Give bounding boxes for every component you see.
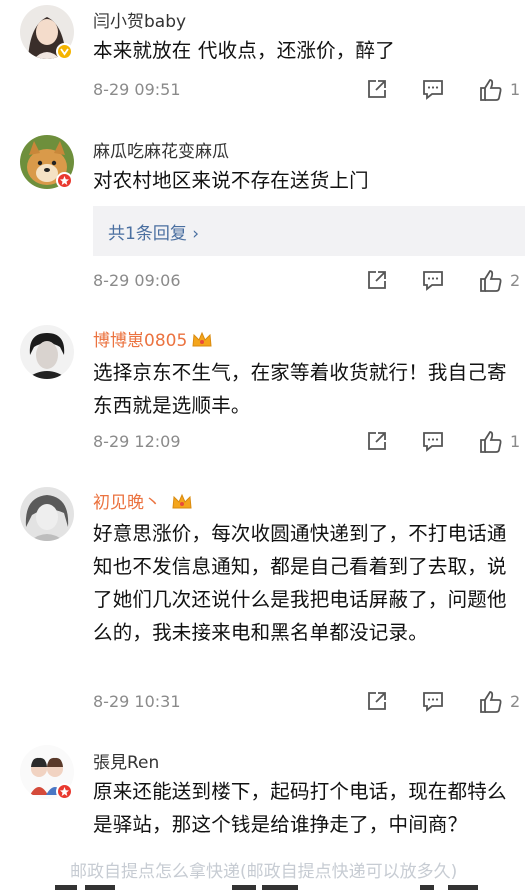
comment-icon[interactable] <box>421 689 445 713</box>
comment-time: 8-29 09:51 <box>93 80 181 99</box>
comment-time: 8-29 10:31 <box>93 692 181 711</box>
verified-badge-icon <box>56 783 73 800</box>
verified-badge-icon <box>56 172 73 189</box>
comment-time: 8-29 12:09 <box>93 432 181 451</box>
share-icon[interactable] <box>365 429 389 453</box>
comment-icon[interactable] <box>421 429 445 453</box>
username-text: 博博崽0805 <box>93 331 188 351</box>
username[interactable]: 張見Ren <box>93 748 159 773</box>
like-count: 1 <box>510 80 521 99</box>
vip-crown-icon <box>171 493 193 516</box>
thumbs-up-icon[interactable] <box>478 429 504 455</box>
comment-text: 好意思涨价，每次收圆通快递到了，不打电话通知也不发信息通知，都是自己看着到了去取… <box>93 522 507 644</box>
bottom-toolbar <box>0 879 525 890</box>
comment-icon[interactable] <box>421 268 445 292</box>
bottom-overlay: 邮政自提点怎么拿快递(邮政自提点快递可以放多久) <box>0 857 525 890</box>
comment-text: 对农村地区来说不存在送货上门 <box>93 169 369 192</box>
view-replies-link[interactable]: 共1条回复 › <box>108 219 199 244</box>
replies-box[interactable]: 共1条回复 › <box>93 206 525 256</box>
username[interactable]: 闫小贺baby <box>93 7 186 32</box>
avatar[interactable] <box>20 487 74 541</box>
thumbs-up-icon[interactable] <box>478 268 504 294</box>
share-icon[interactable] <box>365 77 389 101</box>
comment-text: 选择京东不生气，在家等着收货就行！我自己寄东西就是选顺丰。 <box>93 361 507 417</box>
share-icon[interactable] <box>365 689 389 713</box>
avatar[interactable] <box>20 325 74 379</box>
like-count: 2 <box>510 692 521 711</box>
comment-meta: 8-29 12:09 1 <box>93 429 525 457</box>
thumbs-up-icon[interactable] <box>478 77 504 103</box>
share-icon[interactable] <box>365 268 389 292</box>
username-text: 初见晚丶 <box>93 493 161 513</box>
comment-meta: 8-29 09:06 2 <box>93 268 525 296</box>
username[interactable]: 博博崽0805 <box>93 326 213 354</box>
comment-text: 本来就放在 代收点，还涨价，醉了 <box>93 39 395 62</box>
comment-text: 原来还能送到楼下，起码打个电话，现在都特么是驿站，那这个钱是给谁挣走了，中间商？ <box>93 780 507 836</box>
comment-meta: 8-29 10:31 2 <box>93 689 525 717</box>
username[interactable]: 初见晚丶 <box>93 488 193 516</box>
like-count: 2 <box>510 271 521 290</box>
username[interactable]: 麻瓜吃麻花变麻瓜 <box>93 137 229 162</box>
verified-badge-icon <box>56 43 73 60</box>
comment-meta: 8-29 09:51 1 <box>93 77 525 105</box>
thumbs-up-icon[interactable] <box>478 689 504 715</box>
like-count: 1 <box>510 432 521 451</box>
comment-icon[interactable] <box>421 77 445 101</box>
vip-crown-icon <box>191 331 213 354</box>
comment-time: 8-29 09:06 <box>93 271 181 290</box>
